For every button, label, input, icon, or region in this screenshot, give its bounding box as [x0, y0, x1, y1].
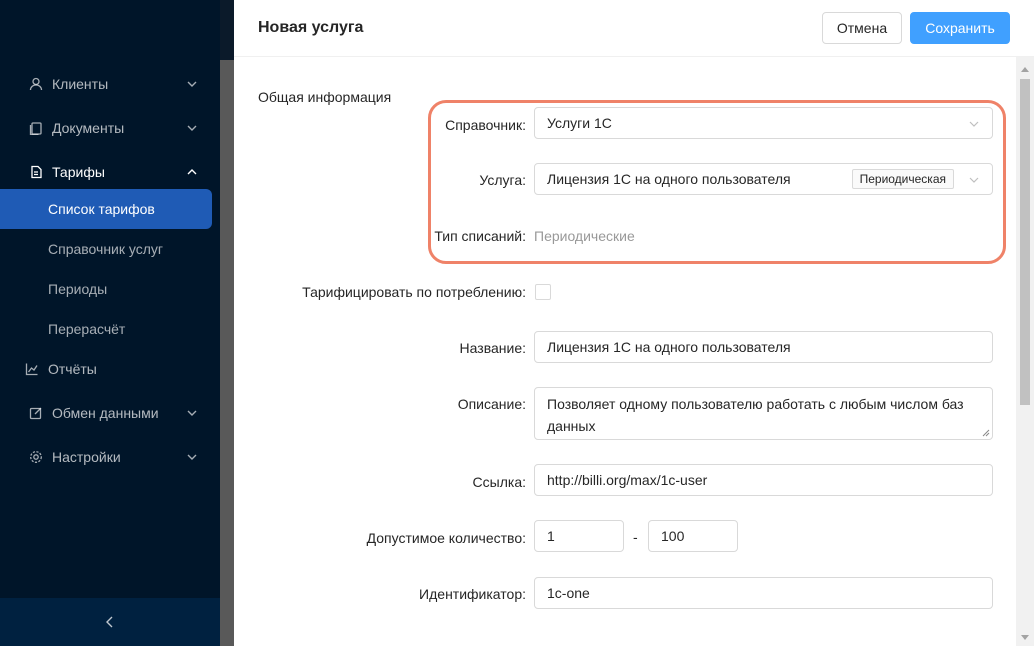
chevron-down-icon — [969, 121, 979, 127]
new-service-drawer: Новая услуга Отмена Сохранить Общая инфо… — [234, 0, 1034, 646]
chevron-down-icon — [187, 454, 197, 460]
sidebar-subitem-label: Периоды — [48, 281, 108, 297]
sidebar-item-label: Обмен данными — [52, 405, 159, 421]
sidebar-item-tariffs[interactable]: Тарифы — [0, 152, 220, 192]
directory-label: Справочник: — [445, 117, 526, 133]
chart-icon — [24, 361, 40, 377]
quantity-max-input[interactable]: 100 — [648, 520, 738, 552]
sidebar-subitem-label: Перерасчёт — [48, 321, 126, 337]
sidebar-subitem-recalculation[interactable]: Перерасчёт — [0, 309, 212, 349]
sidebar-collapse-button[interactable] — [0, 598, 220, 646]
sidebar-item-label: Настройки — [52, 449, 121, 465]
directory-select[interactable]: Услуги 1С — [534, 107, 993, 139]
cancel-button[interactable]: Отмена — [822, 12, 902, 44]
drawer-title: Новая услуга — [258, 19, 364, 36]
sidebar-subitem-label: Справочник услуг — [48, 241, 164, 257]
consumption-label: Тарифицировать по потреблению: — [302, 284, 526, 300]
service-value: Лицензия 1С на одного пользователя — [547, 171, 791, 187]
sidebar-item-data-exchange[interactable]: Обмен данными — [0, 393, 220, 433]
exchange-icon — [28, 405, 44, 421]
sidebar-item-label: Документы — [52, 120, 125, 136]
drawer-header: Новая услуга Отмена Сохранить — [234, 0, 1034, 57]
chevron-down-icon — [187, 410, 197, 416]
overlay-mask-top — [220, 0, 234, 60]
sidebar-subitem-tariff-list[interactable]: Список тарифов — [0, 189, 212, 229]
sidebar-item-settings[interactable]: Настройки — [0, 437, 220, 477]
scrollbar-thumb[interactable] — [1020, 79, 1030, 405]
chevron-up-icon — [187, 169, 197, 175]
identifier-value: 1c-one — [547, 585, 590, 601]
description-value: Позволяет одному пользователю работать с… — [547, 396, 964, 434]
gear-icon — [28, 449, 44, 465]
chevron-left-icon — [106, 616, 113, 628]
chevron-down-icon — [187, 125, 197, 131]
name-value: Лицензия 1С на одного пользователя — [547, 339, 791, 355]
service-label: Услуга: — [479, 172, 526, 188]
user-icon — [28, 76, 44, 92]
sidebar-item-clients[interactable]: Клиенты — [0, 64, 220, 104]
scroll-down-icon[interactable] — [1020, 634, 1030, 642]
chevron-down-icon — [187, 81, 197, 87]
save-button[interactable]: Сохранить — [910, 12, 1010, 44]
link-value: http://billi.org/max/1c-user — [547, 472, 708, 488]
sidebar-item-documents[interactable]: Документы — [0, 108, 220, 148]
chevron-down-icon — [969, 177, 979, 183]
description-label: Описание: — [457, 396, 526, 412]
sidebar-item-label: Отчёты — [48, 361, 97, 377]
name-label: Название: — [459, 340, 526, 356]
sidebar-item-label: Клиенты — [52, 76, 109, 92]
identifier-label: Идентификатор: — [419, 586, 526, 602]
scrollbar[interactable] — [1016, 57, 1034, 646]
charge-type-label: Тип списаний: — [434, 228, 526, 244]
quantity-label: Допустимое количество: — [366, 530, 526, 546]
quantity-separator: - — [633, 529, 638, 545]
sidebar-subitem-services-directory[interactable]: Справочник услуг — [0, 229, 212, 269]
quantity-min-value: 1 — [547, 528, 555, 544]
quantity-max-value: 100 — [661, 528, 685, 544]
link-label: Ссылка: — [472, 474, 526, 490]
resize-handle-icon[interactable] — [982, 429, 990, 437]
description-textarea[interactable]: Позволяет одному пользователю работать с… — [534, 387, 993, 440]
directory-value: Услуги 1С — [547, 115, 612, 131]
identifier-input[interactable]: 1c-one — [534, 577, 993, 609]
sidebar-item-reports[interactable]: Отчёты — [0, 349, 220, 389]
name-input[interactable]: Лицензия 1С на одного пользователя — [534, 331, 993, 363]
sidebar-item-label: Тарифы — [52, 164, 105, 180]
tariffs-icon — [28, 164, 44, 180]
sidebar-subitem-periods[interactable]: Периоды — [0, 269, 212, 309]
service-type-tag: Периодическая — [851, 169, 954, 189]
charge-type-value: Периодические — [534, 228, 635, 244]
sidebar: Клиенты Документы Тарифы Список тарифов … — [0, 0, 220, 646]
service-select[interactable]: Лицензия 1С на одного пользователя Перио… — [534, 163, 993, 195]
consumption-checkbox[interactable] — [535, 284, 551, 300]
documents-icon — [28, 120, 44, 136]
scroll-up-icon[interactable] — [1020, 65, 1030, 73]
overlay-mask — [220, 0, 234, 646]
sidebar-subitem-label: Список тарифов — [48, 201, 155, 217]
section-title: Общая информация — [258, 89, 392, 105]
quantity-min-input[interactable]: 1 — [534, 520, 624, 552]
link-input[interactable]: http://billi.org/max/1c-user — [534, 464, 993, 496]
